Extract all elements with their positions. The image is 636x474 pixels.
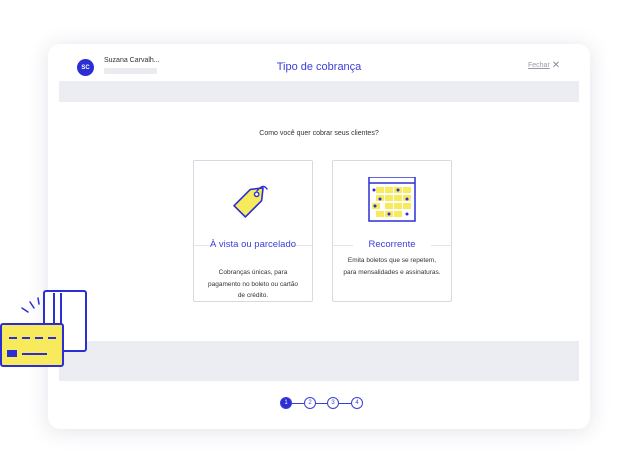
question-text: Como você quer cobrar seus clientes?: [259, 130, 379, 137]
top-band: [59, 82, 579, 102]
step-connector: [339, 403, 351, 404]
option-recurring[interactable]: Recorrente Emita boletos que se repetem,…: [332, 160, 452, 302]
close-button[interactable]: Fechar ✕: [528, 60, 561, 71]
stepper: 1 2 3 4: [280, 397, 370, 411]
price-tag-icon: [233, 185, 268, 218]
close-label: Fechar: [528, 62, 550, 69]
option-title: À vista ou parcelado: [209, 239, 297, 250]
step-1[interactable]: 1: [280, 397, 292, 409]
page-title: Tipo de cobrança: [276, 61, 362, 73]
modal-card: SC Suzana Carvalh... Tipo de cobrança Fe…: [48, 44, 590, 429]
option-one-time[interactable]: À vista ou parcelado Cobranças únicas, p…: [193, 160, 313, 302]
step-4[interactable]: 4: [351, 397, 363, 409]
step-3[interactable]: 3: [327, 397, 339, 409]
credit-cards-icon: [0, 290, 87, 367]
step-connector: [292, 403, 304, 404]
bottom-band: [59, 341, 579, 381]
option-description: Cobranças únicas, para pagamento no bole…: [208, 269, 298, 299]
close-icon: ✕: [551, 60, 561, 71]
calendar-icon: [368, 177, 416, 222]
option-title: Recorrente: [368, 239, 416, 250]
step-connector: [316, 403, 327, 404]
step-2[interactable]: 2: [304, 397, 316, 409]
modal-header: SC Suzana Carvalh... Tipo de cobrança Fe…: [48, 44, 590, 86]
option-description: Emita boletos que se repetem, para mensa…: [343, 257, 441, 276]
